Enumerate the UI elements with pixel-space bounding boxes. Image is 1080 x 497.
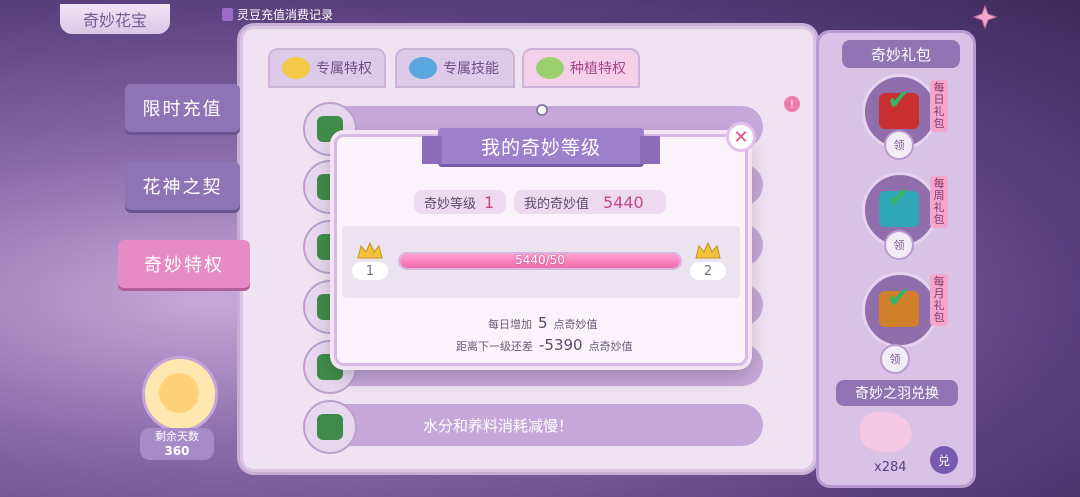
close-icon[interactable]: ✕	[726, 122, 756, 152]
current-level-chip: 1	[352, 262, 388, 280]
points-pill: 我的奇妙值 5440	[514, 190, 666, 214]
progress-text: 5440/50	[515, 253, 565, 267]
level-value: 1	[484, 192, 495, 212]
next-value: -5390	[539, 336, 583, 354]
next-level-chip: 2	[690, 262, 726, 280]
points-value: 5440	[603, 192, 644, 212]
next-suffix: 点奇妙值	[588, 340, 633, 353]
modal-title: 我的奇妙等级	[422, 128, 660, 164]
next-prefix: 距离下一级还差	[456, 340, 533, 353]
daily-gain-line: 每日增加 5 点奇妙值	[488, 314, 598, 332]
daily-prefix: 每日增加	[488, 318, 532, 331]
crown-icon	[357, 241, 383, 259]
level-pill: 奇妙等级 1	[414, 190, 506, 214]
daily-suffix: 点奇妙值	[553, 318, 598, 331]
crown-icon	[695, 241, 721, 259]
level-label: 奇妙等级	[424, 196, 477, 212]
next-level-line: 距离下一级还差 -5390 点奇妙值	[456, 336, 633, 354]
points-label: 我的奇妙值	[524, 196, 590, 212]
daily-value: 5	[538, 314, 548, 332]
pin-icon	[536, 104, 548, 116]
